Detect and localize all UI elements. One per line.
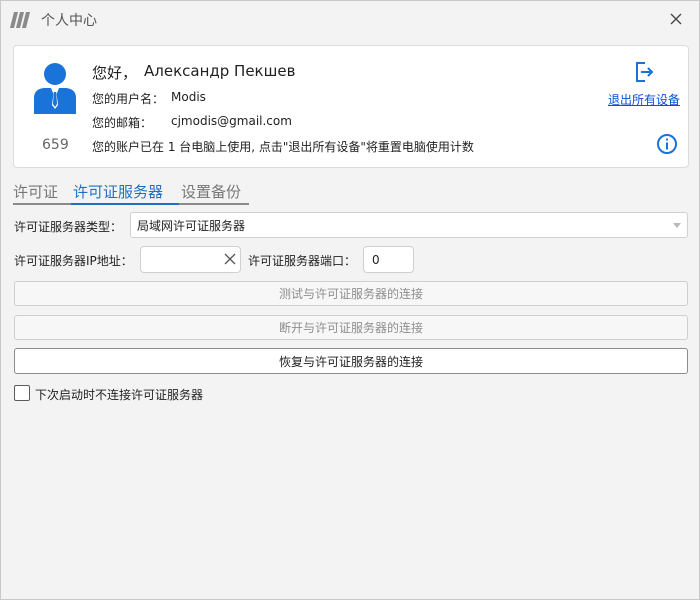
user-avatar-icon [32,62,78,114]
no-connect-on-startup-checkbox[interactable] [14,385,30,401]
user-id-number: 659 [42,137,69,153]
title-bar: 个人中心 [1,1,699,37]
active-tab-indicator [71,203,179,205]
server-ip-label: 许可证服务器IP地址： [14,254,133,268]
disconnect-button[interactable]: 断开与许可证服务器的连接 [14,315,688,340]
window-title: 个人中心 [41,13,97,29]
server-port-label: 许可证服务器端口： [248,254,357,268]
server-type-value: 局域网许可证服务器 [137,219,246,233]
server-type-select[interactable]: 局域网许可证服务器 [130,212,688,238]
restore-connection-button[interactable]: 恢复与许可证服务器的连接 [14,348,688,374]
tab-license[interactable]: 许可证 [13,181,58,202]
logout-icon[interactable] [632,60,656,84]
logout-all-devices-link[interactable]: 退出所有设备 [608,91,680,108]
usage-note: 您的账户已在 1 台电脑上使用, 点击"退出所有设备"将重置电脑使用计数 [92,140,474,154]
username-label: 您的用户名： [92,92,165,106]
username-value: Modis [171,90,206,104]
profile-card: 659 您好， Александр Пекшев 您的用户名： Modis 您的… [13,45,689,168]
info-icon[interactable] [656,133,678,155]
settings-tabs: 许可证 许可证服务器 设置备份 [13,181,249,205]
server-port-value: 0 [372,253,380,267]
tab-license-server[interactable]: 许可证服务器 [73,181,163,202]
clear-icon[interactable] [224,253,236,265]
test-connection-button[interactable]: 测试与许可证服务器的连接 [14,281,688,306]
server-ip-input[interactable] [140,246,241,273]
email-value: cjmodis@gmail.com [171,114,292,128]
personal-center-window: 个人中心 659 您好， Александр Пекшев 您的用户名： Mod… [0,0,700,600]
greeting-name: Александр Пекшев [144,62,296,80]
no-connect-on-startup-label: 下次启动时不连接许可证服务器 [35,388,204,402]
greeting-label: 您好， [92,64,138,82]
server-type-label: 许可证服务器类型： [14,220,123,234]
chevron-down-icon [673,223,681,228]
email-label: 您的邮箱： [92,116,153,130]
server-port-input[interactable]: 0 [363,246,414,273]
close-icon[interactable] [665,9,687,29]
app-logo-icon [9,11,33,29]
tab-settings-backup[interactable]: 设置备份 [181,181,241,202]
